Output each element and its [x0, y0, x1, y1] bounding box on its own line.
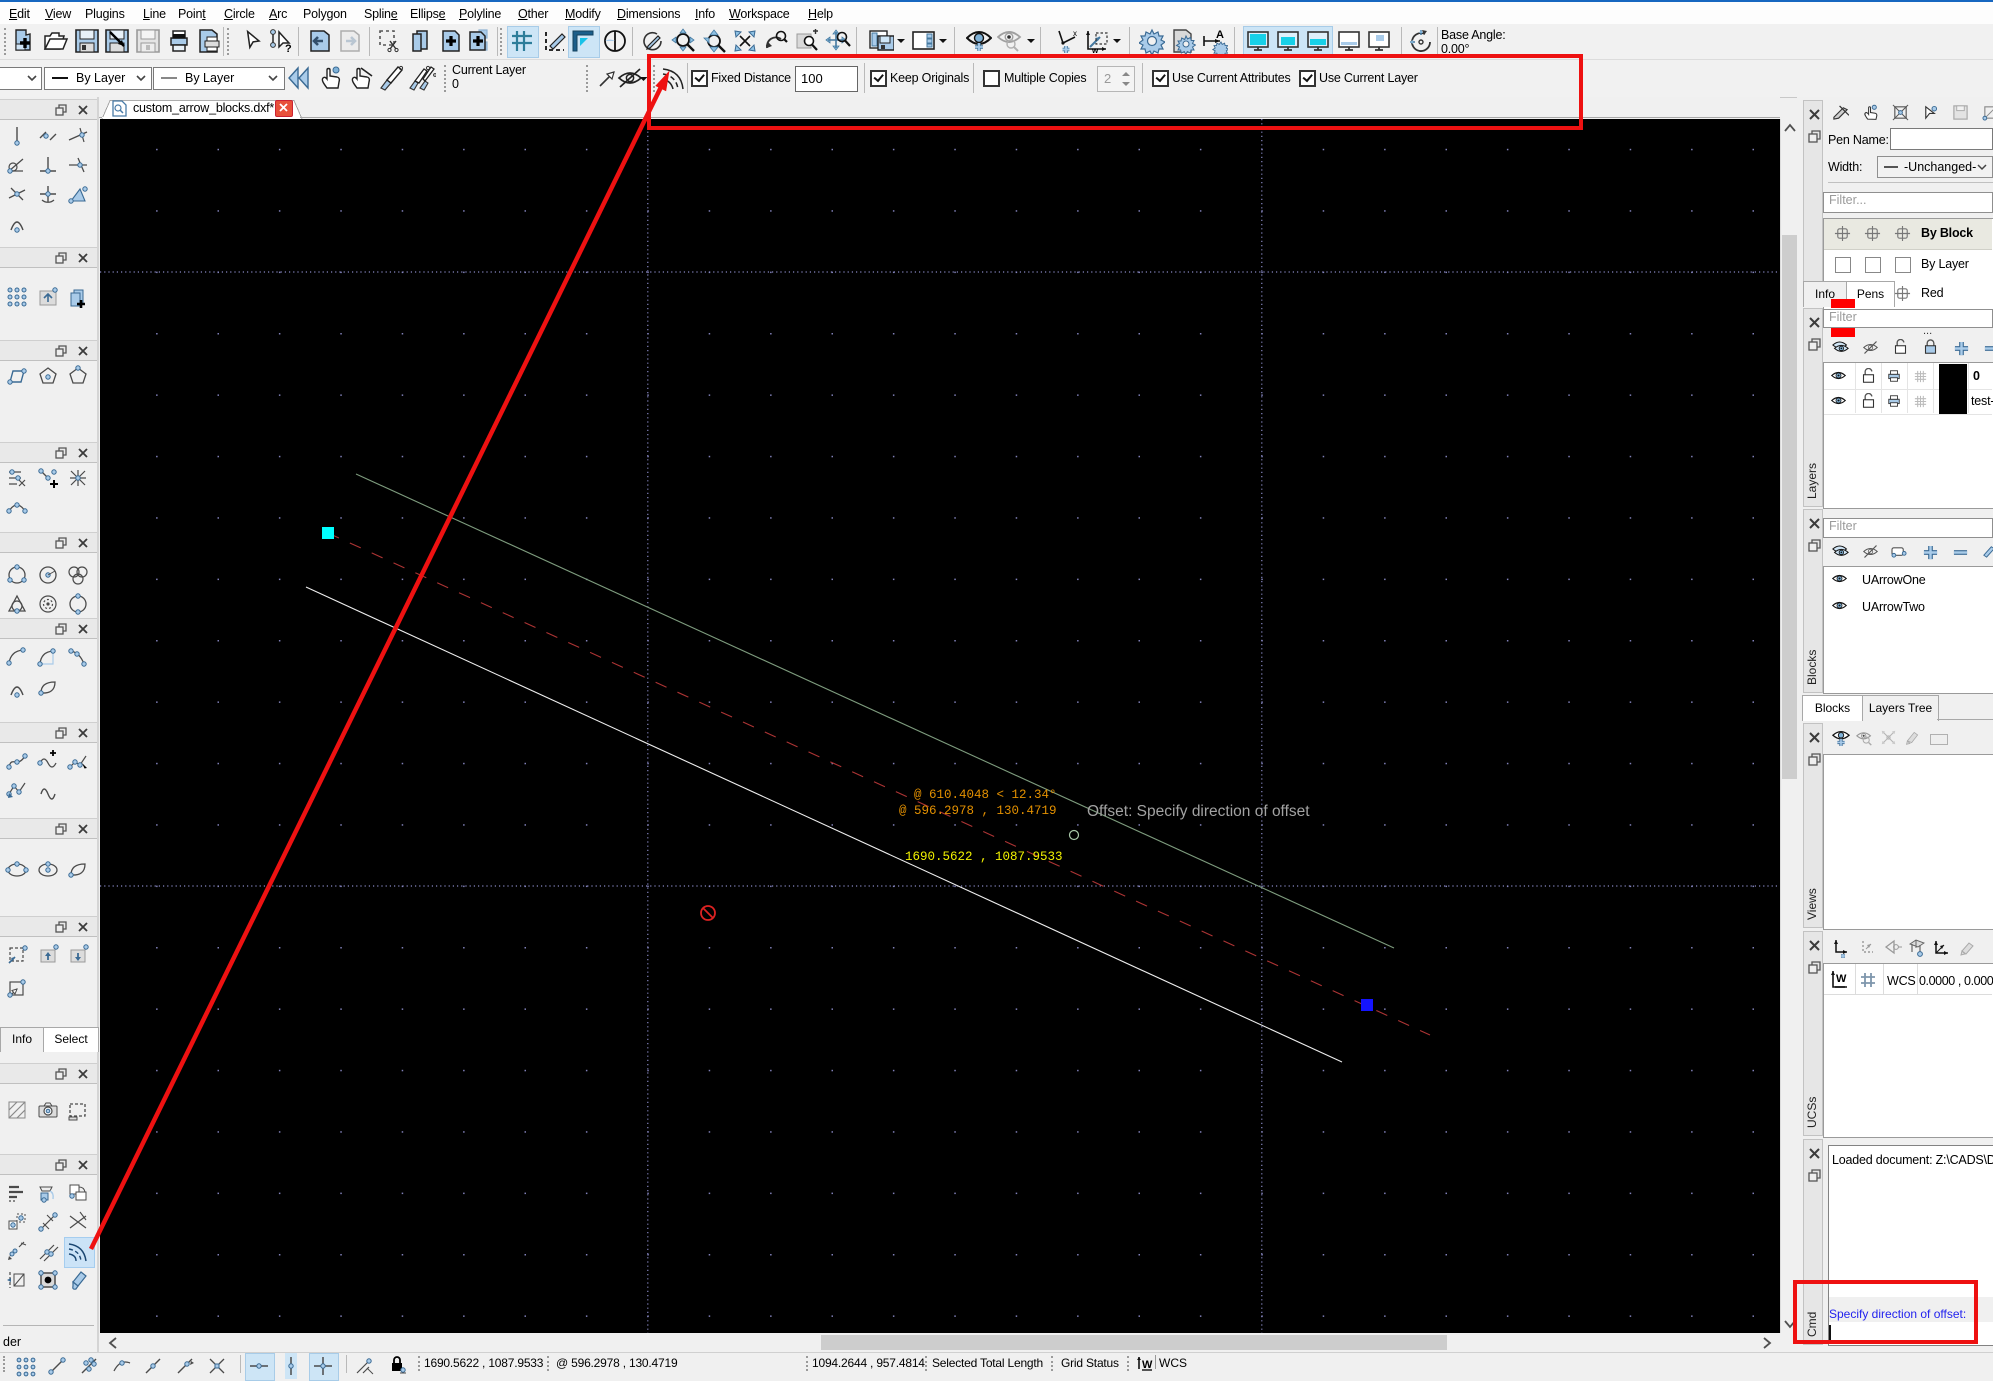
svg-text:A: A [1216, 29, 1224, 41]
svg-text:x: x [1073, 29, 1077, 38]
svg-text:w: w [1091, 46, 1099, 54]
svg-text:?: ? [285, 43, 292, 54]
svg-text:@ 596.2978 , 130.4719: @ 596.2978 , 130.4719 [899, 804, 1057, 818]
svg-text:W: W [1142, 1359, 1153, 1371]
svg-text:W: W [1836, 973, 1847, 985]
svg-text:Offset: Specify direction of o: Offset: Specify direction of offset [1087, 803, 1310, 820]
svg-text:@ 610.4048 < 12.34°: @ 610.4048 < 12.34° [914, 788, 1057, 802]
svg-text:1690.5622 , 1087.9533: 1690.5622 , 1087.9533 [905, 850, 1063, 864]
